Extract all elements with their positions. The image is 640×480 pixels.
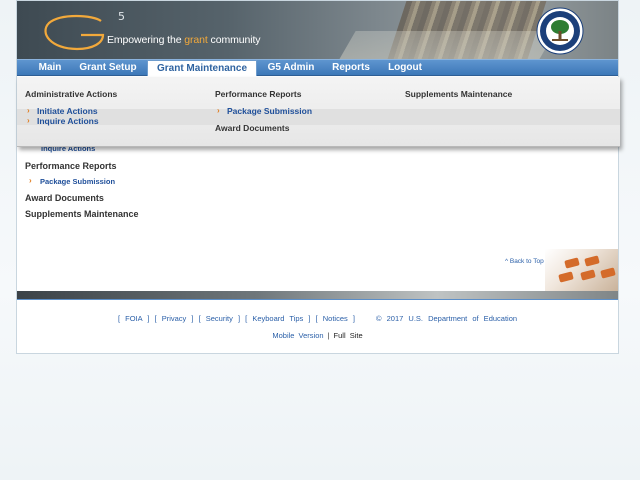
- site-tagline: Empowering the grant community: [107, 34, 261, 46]
- section-heading-performance-reports: Performance Reports: [25, 161, 117, 171]
- footer-link-privacy[interactable]: Privacy: [162, 314, 187, 323]
- dd-heading-supplements-maintenance[interactable]: Supplements Maintenance: [405, 89, 512, 99]
- content-link-package-submission-label: Package Submission: [40, 177, 116, 186]
- grant-maintenance-dropdown: Administrative Actions › Initiate Actions…: [17, 77, 620, 147]
- chevron-right-icon: ›: [29, 176, 32, 185]
- dropdown-band: [17, 109, 620, 125]
- dd-link-package-submission[interactable]: › Package Submission: [215, 106, 312, 116]
- footer-classroom-image: [545, 249, 618, 291]
- department-seal-icon: [536, 7, 584, 55]
- section-heading-award-documents[interactable]: Award Documents: [25, 193, 104, 203]
- footer-link-keyboard-tips[interactable]: Keyboard Tips: [252, 314, 303, 323]
- dd-link-package-submission-label: Package Submission: [227, 106, 313, 116]
- chevron-right-icon: ›: [27, 116, 30, 125]
- full-site-label: Full Site: [333, 331, 363, 340]
- chevron-right-icon: ›: [217, 106, 220, 115]
- dd-link-inquire-actions[interactable]: › Inquire Actions: [25, 116, 99, 126]
- dd-heading-award-documents[interactable]: Award Documents: [215, 123, 289, 133]
- dd-link-inquire-actions-label: Inquire Actions: [37, 116, 99, 126]
- dd-link-initiate-actions[interactable]: › Initiate Actions: [25, 106, 98, 116]
- page-frame: 5 Empowering the grant community Main Gr…: [16, 0, 620, 354]
- footer-link-security[interactable]: Security: [206, 314, 233, 323]
- mode-separator: |: [327, 331, 330, 340]
- g5-logo-icon[interactable]: [41, 13, 113, 53]
- footer-link-foia[interactable]: FOIA: [125, 314, 142, 323]
- dd-heading-performance-reports: Performance Reports: [215, 89, 302, 99]
- footer-copyright: © 2017 U.S. Department of Education: [376, 314, 518, 323]
- tagline-text-post: community: [207, 34, 261, 46]
- back-to-top-link[interactable]: ^ Back to Top: [505, 258, 544, 265]
- footer-image-strip: [17, 291, 618, 299]
- footer-divider: [17, 299, 618, 300]
- footer-site-mode: Mobile Version | Full Site: [17, 331, 618, 340]
- nav-g5-admin[interactable]: G5 Admin: [261, 60, 321, 76]
- footer-link-notices[interactable]: Notices: [323, 314, 348, 323]
- nav-main[interactable]: Main: [31, 60, 69, 76]
- section-heading-supplements-maintenance[interactable]: Supplements Maintenance: [25, 209, 139, 219]
- nav-grant-setup[interactable]: Grant Setup: [73, 60, 143, 76]
- dd-heading-administrative-actions: Administrative Actions: [25, 89, 118, 99]
- tagline-accent: grant: [184, 34, 208, 46]
- nav-reports[interactable]: Reports: [325, 60, 377, 76]
- dd-link-initiate-actions-label: Initiate Actions: [37, 106, 98, 116]
- nav-grant-maintenance[interactable]: Grant Maintenance: [147, 60, 257, 76]
- tagline-text-pre: Empowering the: [107, 34, 185, 46]
- mobile-version-link[interactable]: Mobile Version: [272, 331, 323, 340]
- logo-superscript: 5: [118, 10, 125, 23]
- footer-links: [ FOIA ] [ Privacy ] [ Security ] [ Keyb…: [117, 314, 518, 323]
- chevron-right-icon: ›: [27, 106, 30, 115]
- site-header: 5 Empowering the grant community: [17, 1, 618, 59]
- content-link-package-submission[interactable]: › Package Submission: [27, 176, 116, 186]
- nav-logout[interactable]: Logout: [381, 60, 429, 76]
- main-nav-bar: Main Grant Setup Grant Maintenance G5 Ad…: [17, 59, 618, 76]
- header-floor-image: [338, 31, 556, 59]
